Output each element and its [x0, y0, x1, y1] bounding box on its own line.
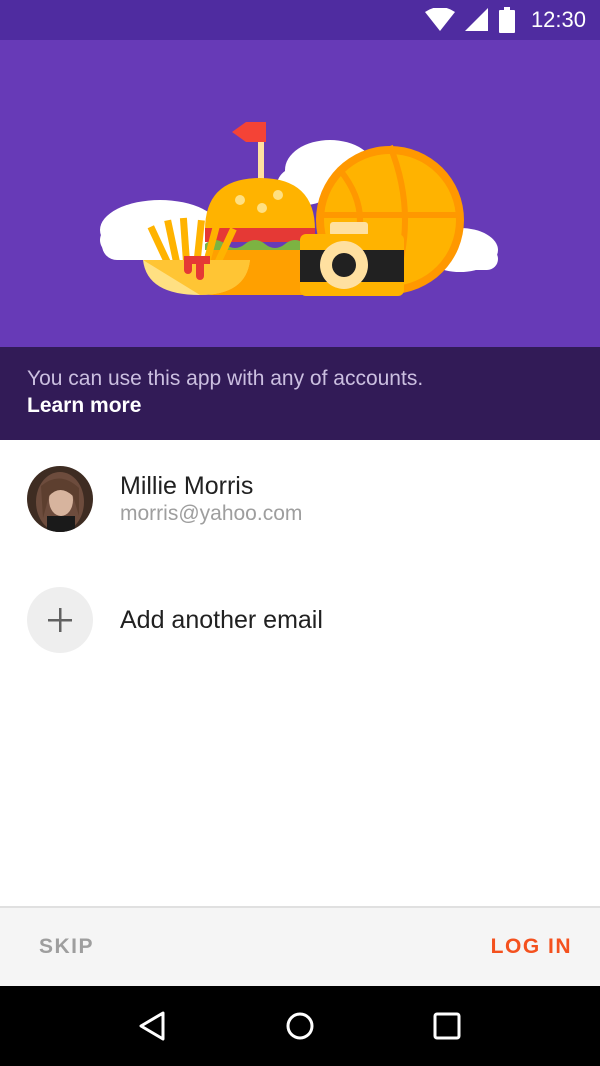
account-details: Millie Morris morris@yahoo.com	[120, 471, 302, 527]
system-nav-bar	[0, 986, 600, 1066]
status-bar: 12:30	[0, 0, 600, 40]
plus-icon	[48, 608, 72, 632]
login-button[interactable]: LOG IN	[491, 935, 572, 959]
food-and-activities-illustration	[100, 122, 498, 296]
avatar	[27, 466, 93, 532]
account-email: morris@yahoo.com	[120, 502, 303, 525]
account-name: Millie Morris	[120, 472, 254, 500]
learn-more-link[interactable]: Learn more	[27, 392, 141, 420]
home-icon[interactable]	[270, 996, 330, 1056]
skip-button[interactable]: SKIP	[39, 935, 94, 959]
accounts-info-text: You can use this app with any of account…	[27, 367, 424, 390]
cell-signal-icon	[464, 8, 489, 32]
recents-icon[interactable]	[417, 996, 477, 1056]
hero-banner	[0, 40, 600, 347]
bottom-action-bar: SKIP LOG IN	[0, 906, 600, 986]
add-account-circle	[27, 587, 93, 653]
back-icon[interactable]	[123, 996, 183, 1056]
battery-icon	[498, 7, 515, 33]
add-account-item[interactable]: Add another email	[0, 572, 600, 668]
status-time: 12:30	[530, 7, 586, 32]
wifi-icon	[424, 8, 455, 32]
accounts-info-strip: You can use this app with any of account…	[0, 347, 600, 440]
add-account-label: Add another email	[120, 605, 323, 634]
account-item[interactable]: Millie Morris morris@yahoo.com	[0, 440, 600, 572]
